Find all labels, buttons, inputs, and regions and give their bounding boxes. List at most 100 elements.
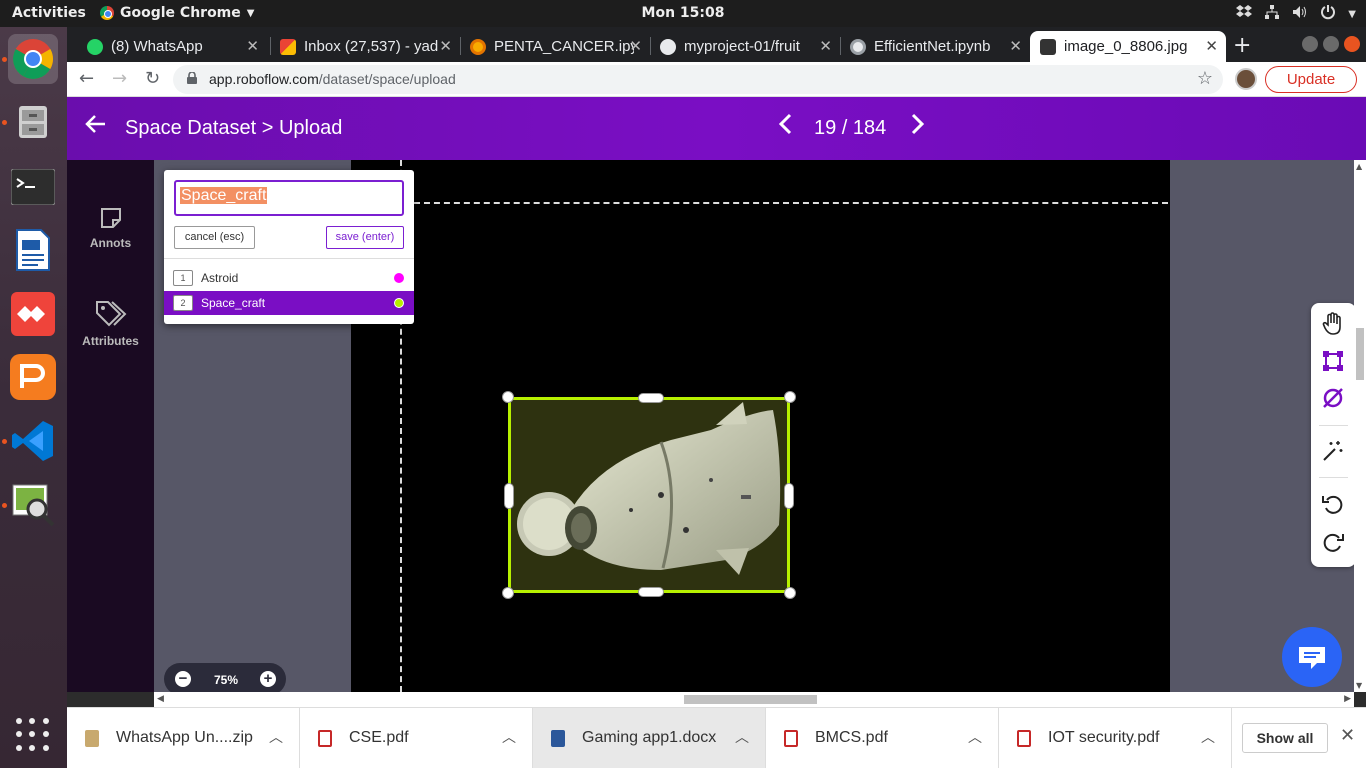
tab-github[interactable]: myproject-01/fruit ✕ xyxy=(650,31,840,62)
resize-handle-right[interactable] xyxy=(784,483,794,509)
class-label-popup: Space_craft cancel (esc) save (enter) 1 … xyxy=(164,170,414,324)
crosshair-horizontal xyxy=(414,202,1168,204)
download-item[interactable]: WhatsApp Un....zip ︿ xyxy=(67,708,300,768)
previous-image-icon[interactable] xyxy=(777,113,793,141)
close-tab-icon[interactable]: ✕ xyxy=(819,37,832,55)
chat-support-button[interactable] xyxy=(1282,627,1342,687)
url-host: app.roboflow.com xyxy=(209,71,319,87)
back-arrow-icon[interactable]: ← xyxy=(79,68,94,89)
scroll-up-icon[interactable]: ▲ xyxy=(1356,162,1362,171)
reload-icon[interactable]: ↻ xyxy=(145,68,160,89)
dock-chrome[interactable] xyxy=(8,34,58,84)
next-image-icon[interactable] xyxy=(910,113,926,141)
dropbox-icon[interactable] xyxy=(1236,5,1253,23)
dock-terminal[interactable] xyxy=(8,162,58,212)
resize-handle-bottom-left[interactable] xyxy=(502,587,514,599)
scroll-left-icon[interactable]: ◀ xyxy=(157,694,164,704)
download-item[interactable]: Gaming app1.docx ︿ xyxy=(533,708,766,768)
caret-down-icon[interactable]: ▼ xyxy=(1348,9,1356,20)
page-title: Space Dataset > Upload xyxy=(125,117,343,139)
anydesk-icon xyxy=(11,292,55,336)
minimize-button[interactable] xyxy=(1302,36,1318,52)
clock[interactable]: Mon 15:08 xyxy=(642,5,725,21)
dock-vscode[interactable] xyxy=(8,416,58,466)
maximize-button[interactable] xyxy=(1323,36,1339,52)
chevron-up-icon[interactable]: ︿ xyxy=(968,727,982,747)
chevron-up-icon[interactable]: ︿ xyxy=(502,727,516,747)
sidebar-item-annots[interactable]: Annots xyxy=(67,206,154,250)
close-tab-icon[interactable]: ✕ xyxy=(629,37,642,55)
resize-handle-bottom[interactable] xyxy=(638,587,664,597)
close-window-button[interactable] xyxy=(1344,36,1360,52)
volume-icon[interactable] xyxy=(1292,4,1308,24)
vertical-scrollbar[interactable]: ▲ ▼ xyxy=(1354,160,1366,692)
class-option-space-craft[interactable]: 2 Space_craft xyxy=(164,291,414,315)
chevron-up-icon[interactable]: ︿ xyxy=(735,727,749,747)
close-tab-icon[interactable]: ✕ xyxy=(1009,37,1022,55)
update-button[interactable]: Update xyxy=(1265,66,1357,93)
window-controls xyxy=(1302,36,1360,52)
close-tab-icon[interactable]: ✕ xyxy=(1205,37,1218,55)
scroll-thumb[interactable] xyxy=(1356,328,1364,380)
close-tab-icon[interactable]: ✕ xyxy=(246,37,259,55)
new-tab-button[interactable]: + xyxy=(1233,33,1251,58)
back-arrow-icon[interactable] xyxy=(85,113,107,141)
scroll-right-icon[interactable]: ▶ xyxy=(1344,694,1351,704)
pan-hand-icon[interactable] xyxy=(1320,311,1346,337)
resize-handle-bottom-right[interactable] xyxy=(784,587,796,599)
running-indicator xyxy=(2,503,7,508)
dock-anydesk[interactable] xyxy=(8,289,58,339)
zoom-out-icon[interactable]: − xyxy=(175,671,191,687)
tab-image-active[interactable]: image_0_8806.jpg ✕ xyxy=(1030,31,1226,62)
dock-presentation[interactable] xyxy=(8,352,58,402)
scroll-thumb[interactable] xyxy=(684,695,817,704)
magic-wand-icon[interactable] xyxy=(1320,438,1346,464)
forward-arrow-icon[interactable]: → xyxy=(112,68,127,89)
system-tray[interactable]: ▼ xyxy=(1236,4,1356,24)
close-tab-icon[interactable]: ✕ xyxy=(439,37,452,55)
bookmark-star-icon[interactable]: ☆ xyxy=(1197,68,1213,89)
bounding-box[interactable] xyxy=(502,391,796,599)
dock-files[interactable] xyxy=(8,97,58,147)
bounding-box-tool-icon[interactable] xyxy=(1320,348,1346,374)
tab-title: PENTA_CANCER.ipy xyxy=(494,38,634,55)
resize-handle-left[interactable] xyxy=(504,483,514,509)
url-text: app.roboflow.com/dataset/space/upload xyxy=(209,71,456,87)
class-option-astroid[interactable]: 1 Astroid xyxy=(164,266,414,290)
tab-efficientnet[interactable]: EfficientNet.ipynb ✕ xyxy=(840,31,1030,62)
power-icon[interactable] xyxy=(1320,4,1336,24)
download-item[interactable]: CSE.pdf ︿ xyxy=(300,708,533,768)
dock-image-viewer[interactable] xyxy=(8,480,58,530)
tab-whatsapp[interactable]: (8) WhatsApp ✕ xyxy=(77,31,267,62)
activities-button[interactable]: Activities xyxy=(12,5,86,21)
url-input[interactable]: app.roboflow.com/dataset/space/upload ☆ xyxy=(173,65,1223,94)
polygon-tool-icon[interactable] xyxy=(1320,385,1346,411)
close-icon[interactable]: ✕ xyxy=(1340,725,1355,746)
undo-icon[interactable] xyxy=(1320,491,1346,517)
redo-icon[interactable] xyxy=(1320,529,1346,555)
chevron-up-icon[interactable]: ︿ xyxy=(269,727,283,747)
network-icon[interactable] xyxy=(1264,4,1280,24)
download-item[interactable]: BMCS.pdf ︿ xyxy=(766,708,999,768)
dock-writer[interactable] xyxy=(8,225,58,275)
zoom-in-icon[interactable]: + xyxy=(260,671,276,687)
chevron-up-icon[interactable]: ︿ xyxy=(1201,727,1215,747)
resize-handle-top[interactable] xyxy=(638,393,664,403)
class-name-input[interactable]: Space_craft xyxy=(174,180,404,216)
scroll-down-icon[interactable]: ▼ xyxy=(1356,681,1362,690)
profile-avatar[interactable] xyxy=(1235,68,1257,90)
resize-handle-top-left[interactable] xyxy=(502,391,514,403)
download-item[interactable]: IOT security.pdf ︿ xyxy=(999,708,1232,768)
downloads-bar: WhatsApp Un....zip ︿ CSE.pdf ︿ Gaming ap… xyxy=(67,707,1366,768)
resize-handle-top-right[interactable] xyxy=(784,391,796,403)
image-canvas[interactable] xyxy=(351,160,1170,692)
horizontal-scrollbar[interactable]: ◀ ▶ xyxy=(154,692,1354,707)
tab-penta-cancer[interactable]: PENTA_CANCER.ipy ✕ xyxy=(460,31,650,62)
save-button[interactable]: save (enter) xyxy=(326,226,404,249)
show-all-button[interactable]: Show all xyxy=(1242,723,1328,753)
sidebar-item-attributes[interactable]: Attributes xyxy=(67,300,154,348)
show-applications-icon[interactable] xyxy=(16,718,50,752)
tab-gmail[interactable]: Inbox (27,537) - yad ✕ xyxy=(270,31,460,62)
app-menu[interactable]: Google Chrome ▼ xyxy=(100,5,254,21)
cancel-button[interactable]: cancel (esc) xyxy=(174,226,255,249)
